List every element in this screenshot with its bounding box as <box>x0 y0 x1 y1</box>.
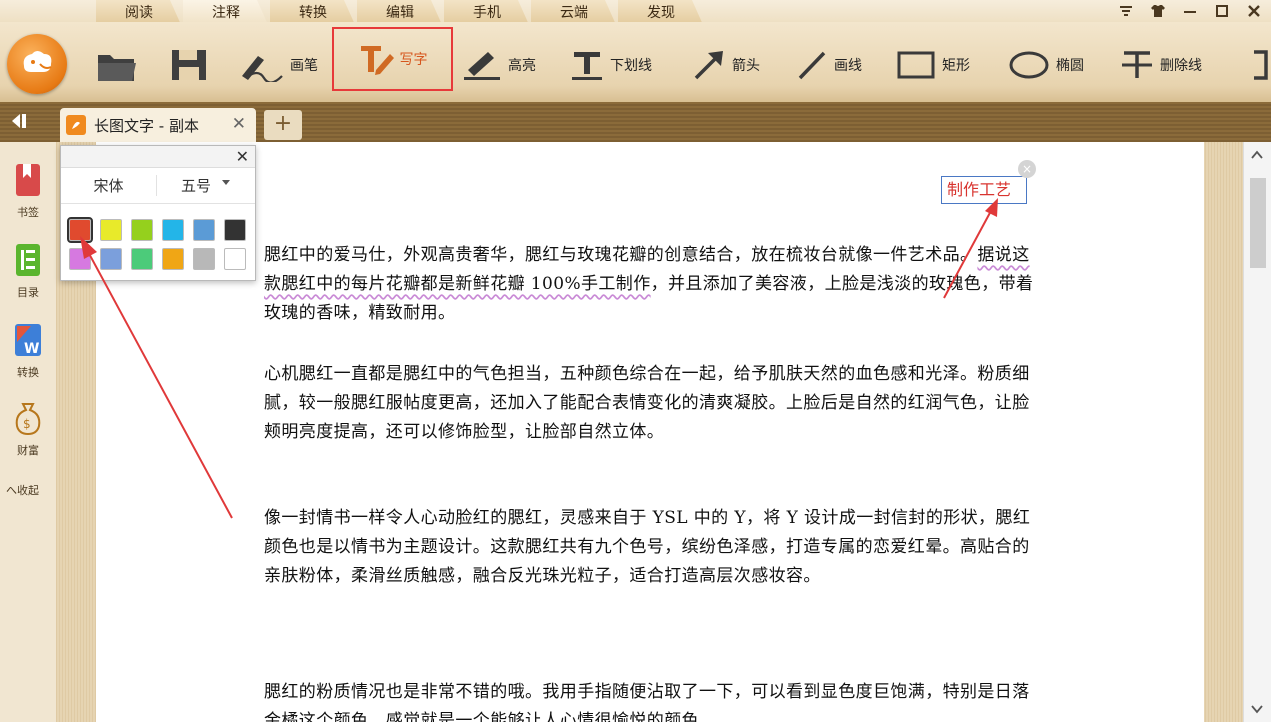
bookmark-icon <box>16 164 40 196</box>
save-button[interactable] <box>170 44 210 86</box>
strikethrough-tool[interactable]: 删除线 <box>1120 44 1202 86</box>
more-tools-icon[interactable] <box>1250 44 1270 86</box>
scroll-down-icon[interactable] <box>1251 702 1263 718</box>
highlight-tool[interactable]: 高亮 <box>462 44 536 86</box>
ellipse-icon <box>1009 51 1049 79</box>
pdf-file-icon <box>66 115 86 135</box>
dropdown-menu-icon[interactable] <box>1117 1 1135 21</box>
color-swatch[interactable] <box>100 248 122 270</box>
color-swatch[interactable] <box>162 248 184 270</box>
sidebar-item-bookmark[interactable]: 书签 <box>8 162 48 220</box>
minimize-button[interactable] <box>1181 1 1199 21</box>
document-tab[interactable]: 长图文字 - 副本 ✕ <box>60 108 256 142</box>
convert-icon: W <box>15 324 41 357</box>
annotation-close-icon[interactable]: × <box>1018 160 1036 178</box>
folder-icon <box>98 55 136 81</box>
close-popup-icon[interactable]: ✕ <box>236 147 249 166</box>
close-window-button[interactable] <box>1245 1 1263 21</box>
font-size-select[interactable]: 五号 <box>157 175 255 196</box>
app-logo[interactable] <box>7 34 67 94</box>
color-swatch[interactable] <box>131 219 153 241</box>
save-icon <box>172 50 206 80</box>
paragraph-2: 心机腮红一直都是腮红中的气色担当，五种颜色综合在一起，给予肌肤天然的血色感和光泽… <box>264 364 1030 442</box>
popup-header: ✕ <box>61 146 255 168</box>
toc-icon <box>16 244 40 276</box>
font-family-select[interactable]: 宋体 <box>61 175 157 196</box>
left-sidebar: 书签 目录 W 转换 $ 财富 へ收起 <box>0 142 56 722</box>
color-swatches <box>67 217 246 270</box>
line-tool[interactable]: 画线 <box>796 44 862 86</box>
sidebar-item-wealth[interactable]: $ 财富 <box>8 400 48 458</box>
add-tab-button[interactable]: + <box>264 110 302 140</box>
color-swatch[interactable] <box>224 219 246 241</box>
window-controls <box>1117 0 1263 22</box>
chevron-down-icon <box>222 180 230 185</box>
vertical-scrollbar[interactable] <box>1243 142 1271 722</box>
money-bag-icon: $ <box>15 403 41 436</box>
scroll-thumb[interactable] <box>1250 178 1266 268</box>
text-annotation-box[interactable]: 制作工艺 <box>941 176 1027 204</box>
underline-icon <box>572 52 602 80</box>
arrow-icon <box>694 51 723 80</box>
ellipse-tool[interactable]: 椭圆 <box>1008 44 1084 86</box>
rectangle-icon <box>897 51 935 79</box>
color-swatch[interactable] <box>69 248 91 270</box>
svg-text:$: $ <box>23 417 31 431</box>
svg-text:W: W <box>24 341 39 357</box>
paragraph-1: 腮红中的爱马仕，外观高贵奢华，腮红与玫瑰花瓣的创意结合，放在梳妆台就像一件艺术品… <box>264 245 1034 323</box>
scroll-up-icon[interactable] <box>1251 148 1263 164</box>
sidebar-toggle-icon[interactable] <box>10 112 40 134</box>
color-swatch[interactable] <box>224 248 246 270</box>
document-tab-strip: 长图文字 - 副本 ✕ + <box>0 102 1271 142</box>
document-tab-title: 长图文字 - 副本 <box>94 116 199 135</box>
color-swatch[interactable] <box>162 219 184 241</box>
rectangle-tool[interactable]: 矩形 <box>896 44 970 86</box>
color-swatch[interactable] <box>131 248 153 270</box>
write-text-tool[interactable]: 写字 <box>332 27 453 91</box>
text-style-popup: ✕ 宋体 五号 <box>60 145 256 281</box>
skin-icon[interactable] <box>1149 1 1167 21</box>
close-tab-icon[interactable]: ✕ <box>232 114 246 134</box>
paragraph-4: 腮红的粉质情况也是非常不错的哦。我用手指随便沾取了一下，可以看到显色度巨饱满，特… <box>264 682 1030 722</box>
sidebar-item-convert[interactable]: W 转换 <box>8 322 48 380</box>
underline-tool[interactable]: 下划线 <box>570 44 652 86</box>
open-file-button[interactable] <box>96 44 138 86</box>
sidebar-item-toc[interactable]: 目录 <box>8 242 48 300</box>
highlighter-icon <box>464 52 500 80</box>
line-icon <box>798 51 826 80</box>
strikethrough-icon <box>1122 51 1152 78</box>
maximize-button[interactable] <box>1213 1 1231 21</box>
annotation-toolbar: 画笔 写字 高亮 下划线 箭头 画线 矩形 椭圆 删除线 <box>0 22 1271 102</box>
arrow-tool[interactable]: 箭头 <box>692 44 760 86</box>
font-settings: 宋体 五号 <box>61 168 255 204</box>
pen-icon <box>242 56 283 82</box>
color-swatch[interactable] <box>193 248 215 270</box>
collapse-sidebar-button[interactable]: へ收起 <box>6 482 39 498</box>
paragraph-3: 像一封情书一样令人心动脸红的腮红，灵感来自于 YSL 中的 Y，将 Y 设计成一… <box>264 508 1031 586</box>
pen-tool[interactable]: 画笔 <box>238 44 318 86</box>
color-swatch[interactable] <box>193 219 215 241</box>
color-swatch[interactable] <box>67 217 93 243</box>
color-swatch[interactable] <box>100 219 122 241</box>
text-pen-icon <box>360 46 394 75</box>
